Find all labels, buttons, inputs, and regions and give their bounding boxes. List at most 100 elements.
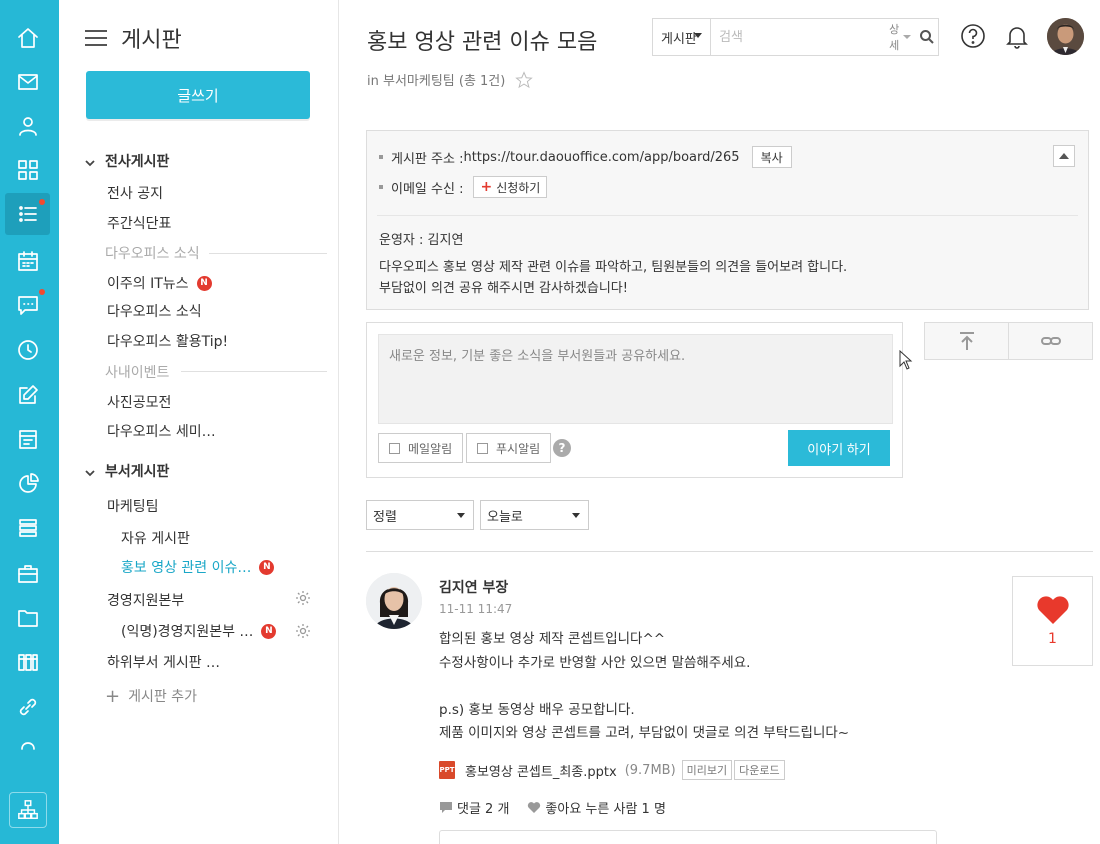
add-board-button[interactable]: + 게시판 추가 [105, 685, 197, 707]
clock-icon[interactable] [5, 329, 50, 371]
new-badge: N [259, 559, 275, 575]
gear-icon[interactable] [295, 623, 311, 639]
download-button[interactable]: 다운로드 [734, 760, 785, 780]
search-detail-toggle[interactable]: 상세 [889, 21, 911, 53]
post-body-line: 제품 이미지와 영상 콘셉트를 고려, 부담없이 댓글로 의견 부탁드립니다~ [439, 725, 850, 741]
caret-down-icon [572, 513, 580, 518]
collapse-button[interactable] [1053, 145, 1075, 167]
page-title: 홍보 영상 관련 이슈 모음 [367, 30, 598, 55]
more-icon[interactable] [5, 730, 50, 752]
pptx-file-icon: PPT [439, 761, 455, 779]
bell-icon[interactable] [1003, 22, 1031, 50]
divider-line [209, 253, 327, 254]
plus-icon: + [105, 685, 121, 707]
sidebar-item-seminar[interactable]: 다우오피스 세미… [107, 420, 216, 442]
divider-line [181, 371, 327, 372]
post-body-line: 수정사항이나 추가로 반영할 사안 있으면 말씀해주세요. [439, 655, 751, 671]
caret-down-icon [694, 33, 703, 38]
new-badge: N [261, 623, 277, 639]
survey-icon[interactable] [5, 462, 50, 504]
library-icon[interactable] [5, 641, 50, 683]
mouse-cursor-icon [899, 350, 913, 370]
caret-up-icon [1059, 153, 1069, 159]
like-button[interactable]: 1 [1012, 576, 1093, 666]
attachment-name[interactable]: 홍보영상 콘셉트_최종.pptx [465, 761, 617, 780]
board-address-row: 게시판 주소 : https://tour.daouoffice.com/app… [379, 146, 792, 168]
sidebar-item-marketing[interactable]: 마케팅팀 [107, 495, 159, 517]
subscribe-button[interactable]: + 신청하기 [473, 176, 548, 198]
caret-down-icon [457, 513, 465, 518]
sidebar-item-photo[interactable]: 사진공모전 [107, 391, 171, 413]
group-company-boards[interactable]: 전사게시판 [85, 150, 169, 172]
author-avatar[interactable] [366, 573, 422, 629]
briefcase-icon[interactable] [5, 553, 50, 595]
sidebar-item-news[interactable]: 다우오피스 소식 [107, 300, 202, 322]
board-subtitle: in 부서마케팅팀 (총 1건) [367, 70, 534, 89]
link-icon[interactable] [5, 686, 50, 728]
heart-icon [528, 802, 541, 813]
copy-button[interactable]: 복사 [751, 146, 792, 168]
post-textarea[interactable] [378, 334, 893, 424]
edit-icon[interactable] [5, 374, 50, 416]
apps-icon[interactable] [5, 149, 50, 191]
upload-icon[interactable] [925, 323, 1009, 359]
org-chart-icon[interactable] [9, 792, 47, 828]
report-icon[interactable] [5, 418, 50, 460]
group-department-boards[interactable]: 부서게시판 [85, 460, 169, 482]
user-avatar[interactable] [1047, 18, 1084, 55]
notification-dot [39, 199, 45, 205]
list-icon[interactable] [5, 507, 50, 549]
help-icon[interactable] [959, 22, 987, 50]
plus-icon: + [480, 179, 493, 195]
sidebar-item-tips[interactable]: 다우오피스 활용Tip! [107, 330, 228, 352]
gear-icon[interactable] [295, 590, 311, 606]
search-scope-select[interactable]: 게시판 [653, 19, 712, 55]
sidebar-item-notice[interactable]: 전사 공지 [107, 182, 163, 204]
mail-alert-checkbox[interactable]: 메일알림 [378, 433, 464, 463]
notification-dot [39, 289, 45, 295]
post-tools [924, 322, 1093, 360]
submit-post-button[interactable]: 이야기 하기 [788, 430, 890, 466]
attachment: PPT 홍보영상 콘셉트_최종.pptx (9.7MB) 미리보기 다운로드 [439, 760, 785, 780]
search-input[interactable] [711, 20, 890, 54]
post-author[interactable]: 김지연 부장 [439, 577, 508, 597]
star-icon[interactable] [515, 70, 534, 89]
sidebar-item-it-news[interactable]: 이주의 IT뉴스 N [107, 272, 212, 294]
mail-icon[interactable] [5, 61, 50, 103]
chevron-down-icon [85, 156, 95, 167]
sidebar-item-free[interactable]: 자유 게시판 [121, 527, 190, 549]
contacts-icon[interactable] [5, 105, 50, 147]
menu-icon[interactable] [85, 30, 107, 46]
sidebar-item-mgmt[interactable]: 경영지원본부 [107, 589, 184, 611]
sidebar-item-promo[interactable]: 홍보 영상 관련 이슈… N [121, 556, 275, 578]
sort-date-select[interactable]: 오늘로 [480, 500, 589, 530]
board-description: 부담없이 의견 공유 해주시면 감사하겠습니다! [379, 281, 628, 296]
sidebar-item-menu[interactable]: 주간식단표 [107, 212, 171, 234]
sidebar-item-sub[interactable]: 하위부서 게시판 … [107, 651, 220, 673]
sidebar-header: 게시판 [85, 22, 182, 54]
calendar-icon[interactable] [5, 240, 50, 282]
board-description: 다우오피스 홍보 영상 제작 관련 이슈를 파악하고, 팀원분들의 의견을 들어… [379, 260, 848, 275]
board-address: https://tour.daouoffice.com/app/board/26… [463, 149, 740, 165]
board-info-panel: 게시판 주소 : https://tour.daouoffice.com/app… [366, 130, 1089, 310]
comment-icon [440, 802, 452, 813]
folder-icon[interactable] [5, 597, 50, 639]
search-icon[interactable] [917, 22, 938, 52]
link-icon[interactable] [1009, 323, 1092, 359]
app-rail [0, 0, 59, 844]
preview-button[interactable]: 미리보기 [681, 760, 733, 780]
comment-input[interactable] [439, 830, 937, 844]
sort-order-select[interactable]: 정렬 [366, 500, 474, 530]
new-badge: N [196, 275, 212, 291]
help-icon[interactable]: ? [553, 439, 571, 457]
comment-count[interactable]: 댓글 2 개 [457, 798, 509, 817]
post-composer: 메일알림 푸시알림 ? 이야기 하기 [366, 322, 903, 478]
post-meta: 댓글 2 개 좋아요 누른 사람 1 명 [439, 798, 666, 817]
sidebar-item-anon[interactable]: (익명)경영지원본부 … N [121, 620, 277, 642]
liked-by-count[interactable]: 좋아요 누른 사람 1 명 [545, 798, 665, 817]
push-alert-checkbox[interactable]: 푸시알림 [466, 433, 552, 463]
post-date: 11-11 11:47 [439, 602, 513, 616]
write-post-button[interactable]: 글쓰기 [86, 71, 310, 119]
post-body-line: 합의된 홍보 영상 제작 콘셉트입니다^^ [439, 631, 666, 647]
home-icon[interactable] [5, 17, 50, 59]
